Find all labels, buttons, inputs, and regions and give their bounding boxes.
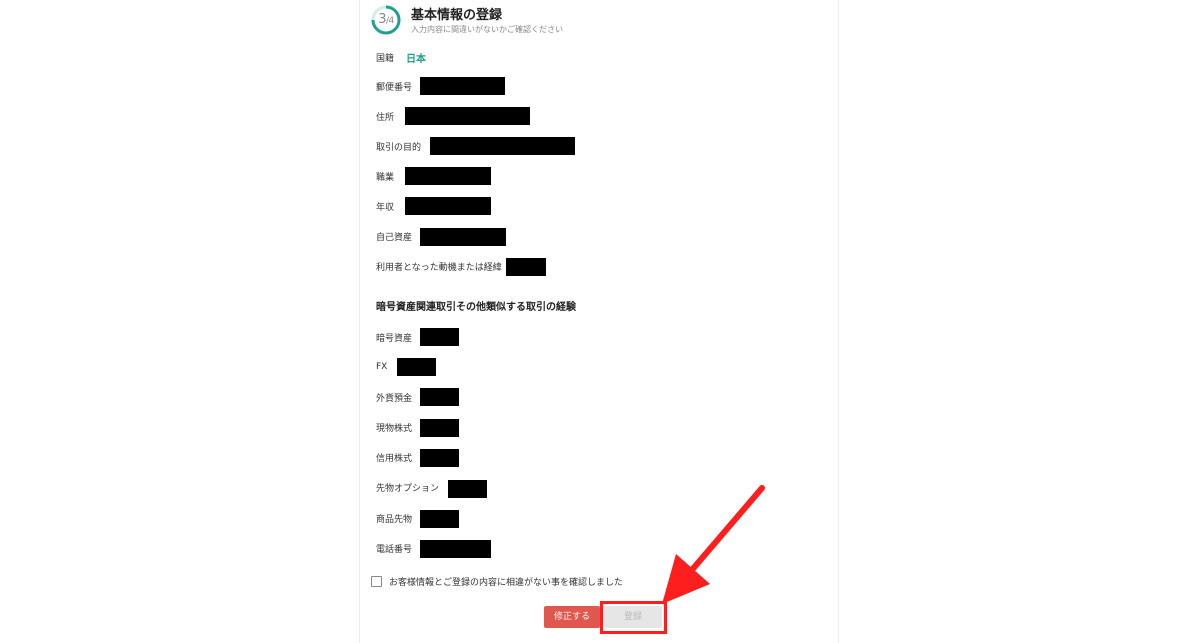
exp-row-crypto: 暗号資産 [376, 328, 412, 346]
step-counter: 3/4 [370, 4, 402, 36]
redacted-value [420, 510, 459, 528]
exp-row-commodity-futures: 商品先物 [376, 509, 412, 527]
field-label: 年収 [376, 202, 395, 213]
redacted-value [405, 167, 491, 185]
redacted-value [448, 480, 487, 498]
redacted-value [420, 228, 506, 246]
field-value-nationality: 日本 [406, 53, 427, 65]
exp-row-spot-stocks: 現物株式 [376, 418, 412, 436]
confirm-label[interactable]: お客様情報とご登録の内容に相違がない事を確認しました [389, 575, 623, 588]
field-label: 外貨預金 [376, 393, 413, 404]
field-label: 暗号資産 [376, 333, 413, 344]
page: 3/4 基本情報の登録 入力内容に間違いがないかご確認ください 国籍 日本 郵便… [0, 0, 1200, 643]
field-row-assets: 自己資産 [376, 227, 412, 245]
field-label: 住所 [376, 112, 395, 123]
redacted-value [420, 77, 505, 95]
exp-row-fx: FX [376, 358, 387, 376]
field-label: 電話番号 [376, 544, 413, 555]
redacted-value [405, 107, 530, 125]
field-label: 信用株式 [376, 453, 413, 464]
redacted-value [420, 388, 459, 406]
redacted-value [405, 197, 491, 215]
field-row-income: 年収 [376, 197, 394, 215]
redacted-value [420, 328, 459, 346]
field-label: 郵便番号 [376, 82, 413, 93]
field-label: 利用者となった動機または経緯 [376, 262, 502, 273]
exp-row-margin-stocks: 信用株式 [376, 448, 412, 466]
exp-row-foreign-deposit: 外貨預金 [376, 388, 412, 406]
field-label: FX [376, 362, 388, 372]
step-current: 3 [378, 12, 386, 27]
field-label: 先物オプション [376, 483, 440, 494]
page-subtitle: 入力内容に間違いがないかご確認ください [411, 25, 563, 34]
field-label: 商品先物 [376, 514, 413, 525]
step-progress-ring: 3/4 [370, 4, 402, 36]
field-row-occupation: 職業 [376, 167, 394, 185]
field-row-motivation: 利用者となった動機または経緯 [376, 257, 502, 275]
redacted-value [420, 449, 459, 467]
exp-row-futures-options: 先物オプション [376, 478, 439, 496]
section-title-experience: 暗号資産関連取引その他類似する取引の経験 [376, 302, 576, 313]
exp-row-phone: 電話番号 [376, 539, 412, 557]
confirm-checkbox[interactable] [371, 576, 382, 587]
field-row-address: 住所 [376, 107, 394, 125]
redacted-value [420, 540, 491, 558]
field-label: 自己資産 [376, 232, 413, 243]
field-label: 取引の目的 [376, 142, 422, 153]
redacted-value [420, 419, 459, 437]
edit-button[interactable]: 修正する [544, 606, 600, 628]
field-row-postal-code: 郵便番号 [376, 77, 412, 95]
redacted-value [506, 258, 546, 276]
field-row-purpose: 取引の目的 [376, 137, 421, 155]
redacted-value [430, 137, 575, 155]
field-label: 国籍 [376, 53, 395, 64]
redacted-value [397, 358, 436, 376]
step-total: /4 [386, 16, 394, 26]
page-title: 基本情報の登録 [411, 8, 503, 23]
field-label: 職業 [376, 172, 395, 183]
confirm-row: お客様情報とご登録の内容に相違がない事を確認しました [371, 575, 623, 588]
field-label: 現物株式 [376, 423, 413, 434]
field-row-nationality: 国籍 日本 [376, 48, 426, 66]
pointer-arrow-icon [662, 485, 765, 604]
